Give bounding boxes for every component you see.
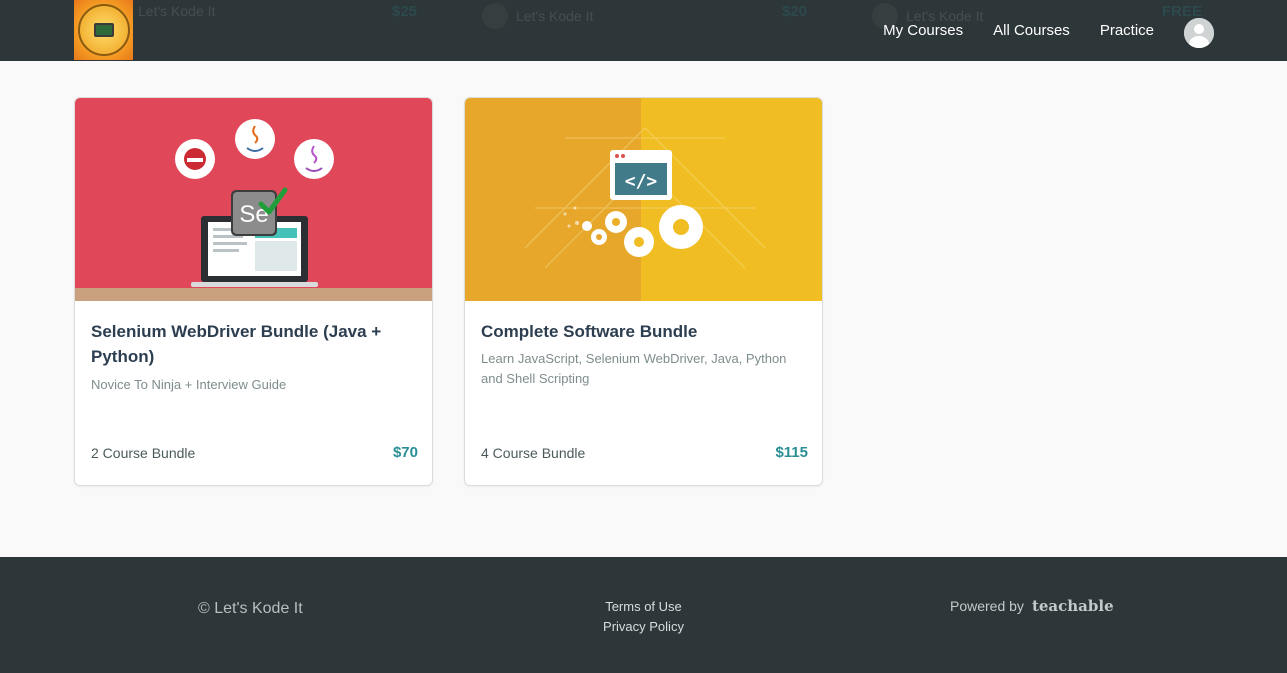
ghost-item-price: $20: [782, 3, 808, 20]
logo-badge: [77, 4, 130, 56]
site-header: Let's Kode It $25 Let's Kode It $20 Let'…: [0, 0, 1287, 61]
privacy-link[interactable]: Privacy Policy: [0, 617, 1287, 637]
selenium-icon: Se: [231, 187, 288, 236]
nav-my-courses[interactable]: My Courses: [883, 22, 963, 39]
course-price: $70: [392, 444, 418, 461]
course-subtitle: Novice To Ninja + Interview Guide: [91, 377, 287, 392]
card-footer: 4 Course Bundle $115: [481, 444, 808, 461]
powered-by-label: Powered by: [950, 598, 1024, 614]
card-body: Selenium WebDriver Bundle (Java + Python…: [75, 301, 432, 485]
card-footer: 2 Course Bundle $70: [91, 444, 418, 461]
card-body: Complete Software Bundle Learn JavaScrip…: [465, 301, 822, 485]
avatar-icon[interactable]: [1184, 18, 1214, 48]
site-footer: © Let's Kode It Terms of Use Privacy Pol…: [0, 557, 1287, 673]
svg-text:</>: </>: [625, 171, 658, 192]
powered-by[interactable]: Powered by teachable: [950, 597, 1114, 615]
ghost-item-price: $25: [392, 3, 418, 20]
bundle-count: 2 Course Bundle: [91, 444, 196, 461]
redhat-icon: [175, 139, 215, 179]
course-price: $115: [775, 444, 808, 461]
nav-all-courses[interactable]: All Courses: [993, 22, 1070, 39]
course-subtitle: Learn JavaScript, Selenium WebDriver, Ja…: [481, 351, 787, 386]
java-icon: [294, 139, 334, 179]
code-window-icon: </>: [610, 150, 672, 200]
nav-practice[interactable]: Practice: [1100, 22, 1154, 39]
java-icon: [235, 119, 275, 159]
course-thumbnail[interactable]: </>: [465, 98, 822, 301]
logo-icon[interactable]: [74, 0, 133, 60]
course-title[interactable]: Selenium WebDriver Bundle (Java + Python…: [91, 319, 411, 369]
teachable-logo: teachable: [1031, 597, 1114, 615]
selenium-thumbnail-art: Se: [75, 98, 432, 301]
main-nav: My Courses All Courses Practice: [853, 0, 1154, 61]
ghost-item-label: Let's Kode It: [138, 3, 216, 19]
bundle-count: 4 Course Bundle: [481, 444, 586, 461]
course-thumbnail[interactable]: Se: [75, 98, 432, 301]
course-card[interactable]: </> Complete Software Bundle Learn JavaS…: [464, 97, 823, 486]
course-title[interactable]: Complete Software Bundle: [481, 319, 801, 344]
laptop-icon: [93, 23, 114, 37]
course-card[interactable]: Se Selenium WebDriver Bundle (Java + Pyt…: [74, 97, 433, 486]
software-thumbnail-art: </>: [465, 98, 822, 301]
ghost-item-label: Let's Kode It: [482, 3, 593, 29]
